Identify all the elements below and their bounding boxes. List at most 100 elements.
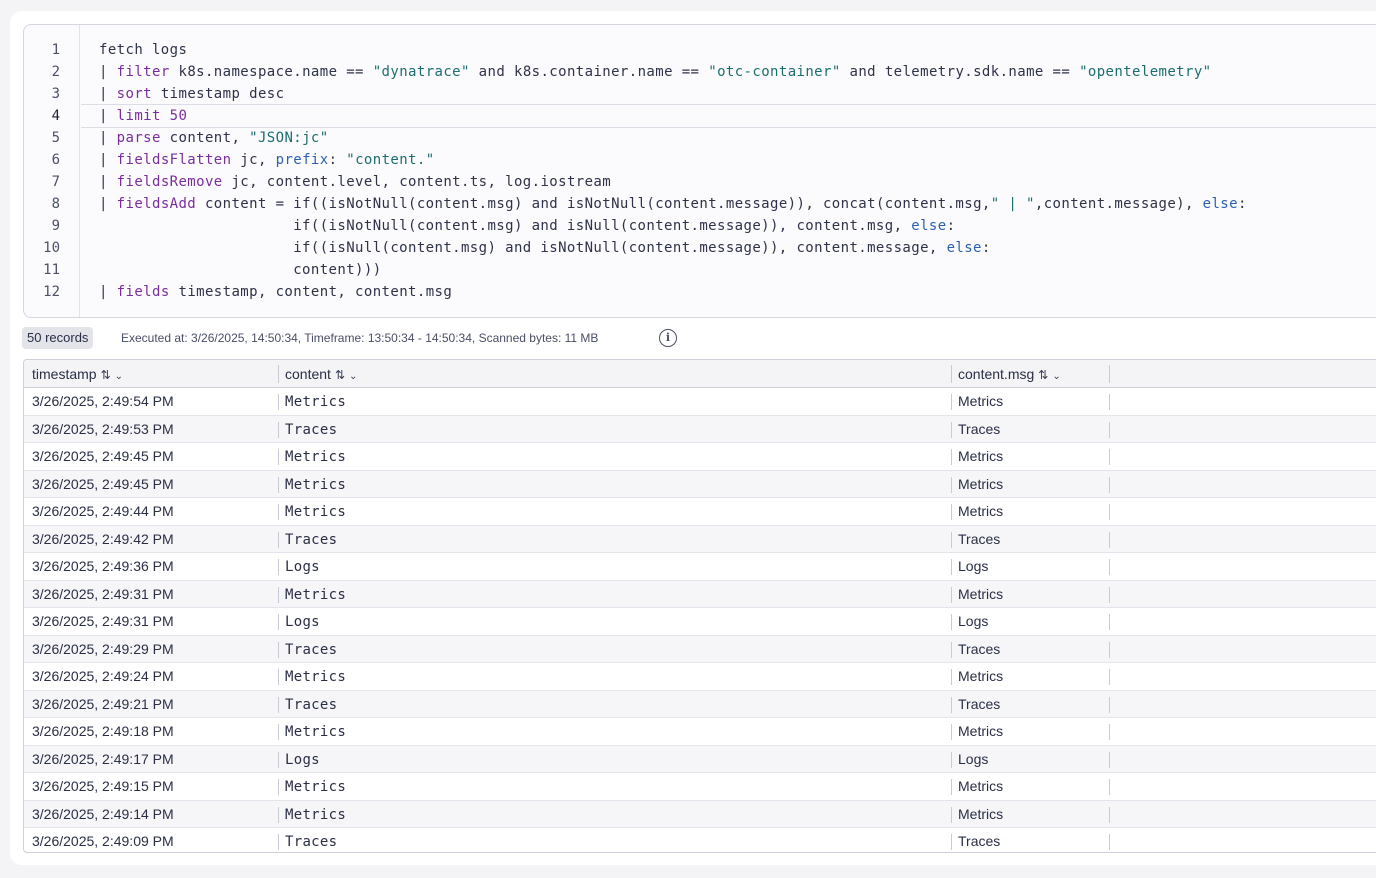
code-token: and k8s.container.name == [469, 64, 709, 80]
cell-divider [278, 586, 279, 603]
cell-divider [1109, 724, 1110, 740]
code-token: : [1237, 196, 1247, 212]
column-resize-handle[interactable] [1109, 365, 1110, 383]
table-row[interactable]: 3/26/2025, 2:49:53 PM Traces Traces [24, 415, 1376, 443]
cell-content: Metrics [285, 806, 347, 823]
column-header-content[interactable]: content ⇅ ⌄ [285, 360, 357, 388]
table-row[interactable]: 3/26/2025, 2:49:09 PM Traces Traces [24, 828, 1376, 852]
line-number: 6 [51, 152, 60, 168]
line-number: 5 [51, 130, 60, 146]
code-token: sort [116, 86, 152, 102]
cell-content: Logs [285, 614, 320, 630]
sort-icon[interactable]: ⇅ [1038, 368, 1048, 382]
code-line[interactable]: | fieldsFlatten jc, prefix: "content." [99, 149, 435, 171]
cell-content: Traces [285, 834, 338, 850]
cell-content: Traces [285, 531, 338, 548]
code-area[interactable]: fetch logs | filter k8s.namespace.name ==… [81, 25, 1376, 317]
table-header: timestamp ⇅ ⌄ content ⇅ ⌄ content.msg ⇅ ⌄ [24, 360, 1376, 388]
code-token: fieldsFlatten [116, 152, 232, 168]
cell-divider [278, 476, 279, 493]
cell-divider [278, 531, 279, 548]
code-line[interactable]: | fieldsAdd content = if((isNotNull(cont… [99, 193, 1247, 215]
table-row[interactable]: 3/26/2025, 2:49:36 PM Logs Logs [24, 553, 1376, 581]
code-token: else [946, 240, 982, 256]
code-token: " | " [990, 196, 1035, 212]
code-token: 50 [169, 108, 188, 124]
code-token: | [99, 130, 117, 146]
table-row[interactable]: 3/26/2025, 2:49:18 PM Metrics Metrics [24, 718, 1376, 746]
cell-divider [951, 614, 952, 630]
cell-content-msg: Metrics [958, 585, 1004, 602]
code-line[interactable]: content))) [99, 259, 382, 281]
table-row[interactable]: 3/26/2025, 2:49:31 PM Logs Logs [24, 608, 1376, 636]
code-token: | [99, 64, 117, 80]
cell-timestamp: 3/26/2025, 2:49:45 PM [32, 448, 174, 464]
cell-divider [278, 834, 279, 850]
code-token: timestamp, content, content.msg [169, 284, 453, 300]
column-resize-handle[interactable] [278, 365, 279, 383]
chevron-down-icon[interactable]: ⌄ [115, 371, 123, 382]
cell-content: Logs [285, 751, 320, 768]
sort-icon[interactable]: ⇅ [101, 368, 111, 382]
code-token: "content." [346, 152, 435, 168]
table-row[interactable]: 3/26/2025, 2:49:45 PM Metrics Metrics [24, 443, 1376, 471]
cell-divider [951, 586, 952, 603]
code-line[interactable]: | filter k8s.namespace.name == "dynatrac… [99, 61, 1212, 83]
cell-content-msg: Traces [958, 695, 1001, 712]
cell-content-msg: Metrics [958, 778, 1004, 794]
column-header-content-msg[interactable]: content.msg ⇅ ⌄ [958, 360, 1061, 388]
cell-divider [1109, 834, 1110, 850]
code-token: | [99, 108, 117, 124]
line-number: 10 [43, 240, 60, 256]
cell-divider [278, 779, 279, 795]
cell-divider [278, 641, 279, 658]
code-token: content))) [99, 262, 382, 278]
code-line[interactable]: if((isNull(content.msg) and isNotNull(co… [99, 237, 991, 259]
query-editor[interactable]: 1 2 3 4 5 6 7 8 9 10 11 12 fetch logs | filter k8s.n… [23, 24, 1376, 318]
code-line[interactable]: | limit 50 [99, 105, 187, 127]
code-token: | [99, 174, 117, 190]
cell-content-msg: Metrics [958, 393, 1004, 409]
code-line[interactable]: | sort timestamp desc [99, 83, 284, 105]
table-row[interactable]: 3/26/2025, 2:49:45 PM Metrics Metrics [24, 470, 1376, 498]
table-row[interactable]: 3/26/2025, 2:49:44 PM Metrics Metrics [24, 498, 1376, 526]
code-line[interactable]: | fieldsRemove jc, content.level, conten… [99, 171, 611, 193]
table-row[interactable]: 3/26/2025, 2:49:15 PM Metrics Metrics [24, 773, 1376, 801]
execution-info: Executed at: 3/26/2025, 14:50:34, Timefr… [121, 331, 599, 345]
code-line[interactable]: | fields timestamp, content, content.msg [99, 281, 452, 303]
info-icon[interactable]: i [659, 329, 677, 347]
line-number: 11 [43, 262, 60, 278]
line-number-gutter: 1 2 3 4 5 6 7 8 9 10 11 12 [24, 25, 80, 317]
column-resize-handle[interactable] [951, 365, 952, 383]
table-row[interactable]: 3/26/2025, 2:49:24 PM Metrics Metrics [24, 663, 1376, 691]
table-row[interactable]: 3/26/2025, 2:49:31 PM Metrics Metrics [24, 580, 1376, 608]
code-token: fields [116, 284, 170, 300]
cell-divider [278, 669, 279, 685]
code-token: and telemetry.sdk.name == [840, 64, 1080, 80]
table-row[interactable]: 3/26/2025, 2:49:29 PM Traces Traces [24, 635, 1376, 663]
table-row[interactable]: 3/26/2025, 2:49:42 PM Traces Traces [24, 525, 1376, 553]
cell-content-msg: Traces [958, 420, 1001, 437]
cell-timestamp: 3/26/2025, 2:49:31 PM [32, 613, 174, 629]
cell-divider [1109, 614, 1110, 630]
code-line[interactable]: if((isNotNull(content.msg) and isNull(co… [99, 215, 955, 237]
cell-divider [951, 751, 952, 768]
cell-timestamp: 3/26/2025, 2:49:29 PM [32, 640, 174, 657]
cell-content: Traces [285, 696, 338, 713]
table-row[interactable]: 3/26/2025, 2:49:54 PM Metrics Metrics [24, 388, 1376, 416]
code-line[interactable]: | parse content, "JSON:jc" [99, 127, 329, 149]
chevron-down-icon[interactable]: ⌄ [1052, 371, 1060, 382]
cell-divider [1109, 696, 1110, 713]
cell-divider [278, 724, 279, 740]
code-line[interactable]: fetch logs [99, 39, 187, 61]
table-row[interactable]: 3/26/2025, 2:49:14 PM Metrics Metrics [24, 800, 1376, 828]
cell-timestamp: 3/26/2025, 2:49:15 PM [32, 778, 174, 794]
cell-timestamp: 3/26/2025, 2:49:17 PM [32, 750, 174, 767]
chevron-down-icon[interactable]: ⌄ [349, 371, 357, 382]
column-header-timestamp[interactable]: timestamp ⇅ ⌄ [32, 360, 123, 388]
table-row[interactable]: 3/26/2025, 2:49:17 PM Logs Logs [24, 745, 1376, 773]
sort-icon[interactable]: ⇅ [335, 368, 345, 382]
line-number: 1 [51, 42, 60, 58]
cell-content-msg: Logs [958, 558, 989, 574]
table-row[interactable]: 3/26/2025, 2:49:21 PM Traces Traces [24, 690, 1376, 718]
